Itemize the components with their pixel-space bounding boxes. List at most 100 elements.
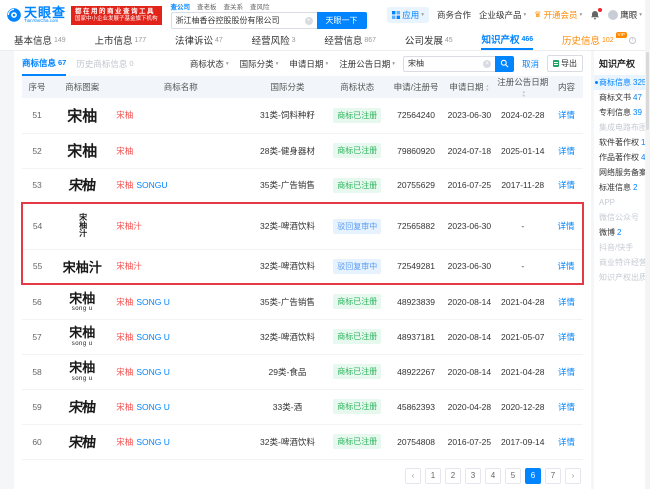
nav-tab-2[interactable]: 上市信息177 (95, 30, 147, 50)
cell-reg-no: 20755629 (389, 168, 444, 203)
detail-link[interactable]: 详情 (558, 437, 575, 447)
nav-tab-5[interactable]: 经营信息867 (324, 30, 376, 50)
sidebar-item-1[interactable]: 商标信息325 (594, 75, 650, 90)
cell-mark: 宋柚汁 (52, 203, 112, 249)
detail-link[interactable]: 详情 (558, 332, 575, 342)
company-search-input[interactable]: 浙江柚香谷控股股份有限公司 × (171, 12, 317, 29)
subtab-count: 67 (58, 58, 66, 67)
cell-detail: 详情 (550, 249, 583, 284)
cancel-button[interactable]: 取消 (522, 58, 539, 70)
top-menu-item-3[interactable]: 企业级产品▾ (479, 9, 526, 21)
top-menu-label: 企业级产品 (479, 9, 522, 21)
page-button-2[interactable]: 2 (445, 468, 461, 484)
search-tab-4[interactable]: 查风险 (250, 1, 270, 11)
filter-dropdown-3[interactable]: 申请日期▾ (289, 58, 328, 70)
sort-icon[interactable]: ▲▼ (522, 90, 526, 98)
sidebar-item-2[interactable]: 商标文书47 (594, 90, 650, 105)
sidebar-item-label: 知识产权出质 (599, 272, 647, 283)
search-tab-2[interactable]: 查老板 (197, 1, 217, 11)
page-button-5[interactable]: 5 (505, 468, 521, 484)
filter-clear-icon[interactable]: × (483, 60, 491, 68)
clear-icon[interactable]: × (305, 17, 313, 25)
cell-name: 宋柚汁 (112, 203, 249, 249)
cell-no: 58 (22, 354, 52, 389)
nav-tab-label: 基本信息 (14, 33, 52, 47)
detail-link[interactable]: 详情 (558, 367, 575, 377)
filter-label: 商标状态 (190, 58, 224, 70)
col-header-8[interactable]: 注册公告日期▲▼ (495, 76, 550, 98)
trademark-image: 宋柚汁 (63, 257, 102, 276)
page-next-button[interactable]: › (565, 468, 581, 484)
filter-search-button[interactable] (495, 56, 514, 72)
nav-tab-8[interactable]: 历史信息102VIPi (562, 30, 636, 50)
sidebar-item-5[interactable]: 软件著作权1 (594, 135, 650, 150)
filter-search-input[interactable]: 宋柚 × (403, 56, 495, 72)
cell-intl-class: 35类-广告销售 (249, 168, 326, 203)
detail-link[interactable]: 详情 (558, 146, 575, 156)
col-header-5: 商标状态 (326, 76, 389, 98)
tianyancha-logo[interactable]: 天眼查 TianYanCha.com (6, 6, 66, 24)
page-button-1[interactable]: 1 (425, 468, 441, 484)
search-tab-3[interactable]: 查关系 (224, 1, 244, 11)
sidebar-item-6[interactable]: 作品著作权42 (594, 150, 650, 165)
trademark-name-cn: 宋柚 (116, 180, 133, 190)
sidebar-item-7[interactable]: 网络服务备案8 (594, 165, 650, 180)
col-header-label: 商标名称 (164, 82, 198, 92)
filter-dropdown-1[interactable]: 商标状态▾ (190, 58, 229, 70)
detail-link[interactable]: 详情 (558, 402, 575, 412)
top-menu-item-2[interactable]: 商务合作 (437, 9, 471, 21)
export-button[interactable]: 导出 (547, 55, 583, 72)
nav-tab-1[interactable]: 基本信息149 (14, 30, 66, 50)
sidebar-item-label: 商标信息 (599, 77, 631, 88)
page-button-7[interactable]: 7 (545, 468, 561, 484)
trademark-subtabs: 商标信息67 历史商标信息0 (22, 51, 134, 76)
filter-dropdown-4[interactable]: 注册公告日期▾ (339, 58, 395, 70)
col-header-7[interactable]: 申请日期▲▼ (443, 76, 495, 98)
scrollbar[interactable] (645, 0, 650, 489)
scrollbar-thumb[interactable] (646, 52, 649, 130)
top-menu-item-1[interactable]: 应用▾ (387, 7, 429, 23)
filter-dropdown-2[interactable]: 国际分类▾ (240, 58, 279, 70)
top-menu-item-5[interactable] (590, 10, 600, 20)
sidebar-item-11[interactable]: 微博2 (594, 225, 650, 240)
detail-link[interactable]: 详情 (558, 180, 575, 190)
top-menu-item-6[interactable]: 鹰眼▾ (608, 9, 642, 21)
filter-dropdowns: 商标状态▾ 国际分类▾ 申请日期▾ 注册公告日期▾ (190, 58, 395, 70)
sidebar-item-3[interactable]: 专利信息39 (594, 105, 650, 120)
subtab-2[interactable]: 历史商标信息0 (76, 51, 133, 76)
cell-mark: 宋柚 (52, 168, 112, 203)
page-button-6[interactable]: 6 (525, 468, 541, 484)
cell-detail: 详情 (550, 284, 583, 319)
nav-tab-label: 知识产权 (481, 32, 519, 46)
cell-status: 商标已注册 (326, 319, 389, 354)
filter-search-value: 宋柚 (408, 58, 424, 69)
nav-tab-count: 3 (292, 37, 296, 44)
notification-bell-icon[interactable] (590, 10, 600, 20)
tianyan-search-button[interactable]: 天眼一下 (317, 12, 367, 29)
detail-link[interactable]: 详情 (558, 221, 575, 231)
cell-intl-class: 32类-啤酒饮料 (249, 203, 326, 249)
top-menu-item-4[interactable]: ♛开通会员▾ (534, 9, 582, 21)
detail-link[interactable]: 详情 (558, 110, 575, 120)
sidebar-item-8[interactable]: 标准信息2 (594, 180, 650, 195)
search-tab-1[interactable]: 查公司 (171, 1, 191, 11)
subtab-1[interactable]: 商标信息67 (22, 51, 66, 76)
sort-icon[interactable]: ▲▼ (485, 84, 489, 92)
page-prev-button[interactable]: ‹ (405, 468, 421, 484)
nav-tab-7[interactable]: 知识产权466 (481, 30, 533, 50)
cell-detail: 详情 (550, 203, 583, 249)
page-button-4[interactable]: 4 (485, 468, 501, 484)
detail-link[interactable]: 详情 (558, 261, 575, 271)
top-menu: 应用▾ 商务合作企业级产品▾ ♛开通会员▾ 鹰眼▾ (387, 7, 642, 23)
detail-link[interactable]: 详情 (558, 297, 575, 307)
app-grid-icon (392, 11, 400, 19)
nav-tab-6[interactable]: 公司发展45 (405, 30, 453, 50)
cell-pub-date: 2020-12-28 (495, 389, 550, 424)
nav-tab-3[interactable]: 法律诉讼47 (175, 30, 223, 50)
nav-tab-4[interactable]: 经营风险3 (252, 30, 296, 50)
page-button-3[interactable]: 3 (465, 468, 481, 484)
cell-detail: 详情 (550, 168, 583, 203)
cell-mark: 宋柚song u (52, 284, 112, 319)
filter-label: 国际分类 (240, 58, 274, 70)
table-row-56: 56宋柚song u宋柚SONG U35类-广告销售商标已注册489238392… (22, 284, 583, 319)
